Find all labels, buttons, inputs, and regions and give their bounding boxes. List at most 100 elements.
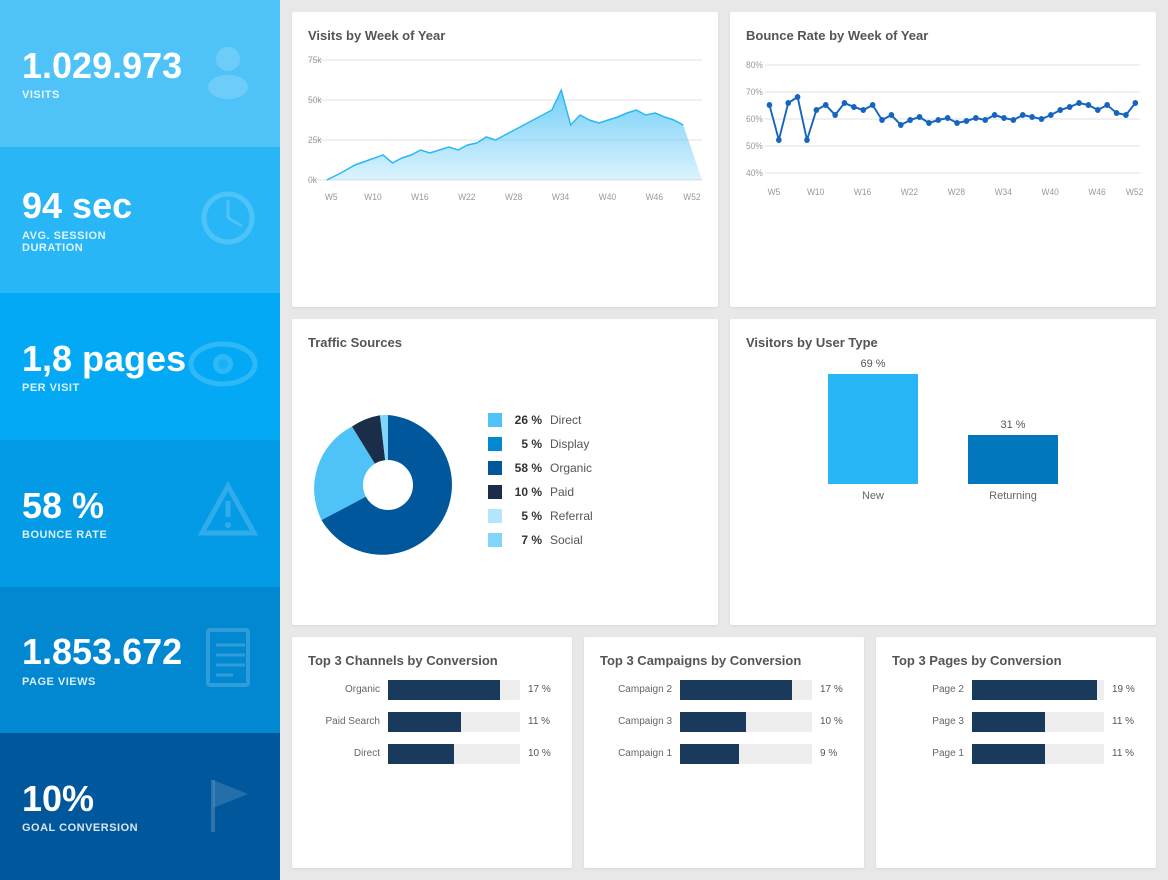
- bounce-chart-title: Bounce Rate by Week of Year: [746, 28, 1140, 43]
- campaign-label-1: Campaign 2: [600, 684, 672, 695]
- svg-text:70%: 70%: [746, 87, 763, 97]
- page-fill-2: [972, 712, 1045, 732]
- legend-color-referral: [488, 509, 502, 523]
- campaign-pct-2: 10 %: [820, 716, 848, 727]
- session-value: 94 sec: [22, 186, 132, 226]
- sidebar-session: 94 sec AVG. SESSIONDURATION: [0, 147, 280, 294]
- campaign-track-1: [680, 680, 812, 700]
- traffic-sources-title: Traffic Sources: [308, 335, 702, 350]
- pageviews-value: 1.853.672: [22, 632, 182, 672]
- sidebar-visits: 1.029.973 VISITS: [0, 0, 280, 147]
- svg-text:W34: W34: [552, 192, 569, 202]
- legend-color-organic: [488, 461, 502, 475]
- svg-text:40%: 40%: [746, 168, 763, 178]
- page-fill-1: [972, 680, 1097, 700]
- pages-title: Top 3 Pages by Conversion: [892, 653, 1140, 668]
- channel-fill-3: [388, 744, 454, 764]
- returning-bar-group: 31 % Returning: [968, 419, 1058, 502]
- user-type-bars: 69 % New 31 % Returning: [746, 362, 1140, 532]
- session-label: AVG. SESSIONDURATION: [22, 230, 132, 254]
- sidebar-pages: 1,8 pages PER VISIT: [0, 293, 280, 440]
- bounce-chart-area: 80% 70% 60% 50% 40%: [746, 55, 1140, 215]
- legend-pct-direct: 26 %: [510, 413, 542, 427]
- clock-icon: [198, 188, 258, 253]
- channel-fill-2: [388, 712, 461, 732]
- legend-referral: 5 % Referral: [488, 509, 702, 523]
- legend-label-social: Social: [550, 533, 583, 547]
- channel-pct-1: 17 %: [528, 684, 556, 695]
- svg-text:W22: W22: [458, 192, 475, 202]
- svg-text:W46: W46: [646, 192, 663, 202]
- campaigns-card: Top 3 Campaigns by Conversion Campaign 2…: [584, 637, 864, 868]
- pageviews-label: PAGE VIEWS: [22, 676, 182, 688]
- page-label-2: Page 3: [892, 716, 964, 727]
- channel-track-3: [388, 744, 520, 764]
- main-content: Visits by Week of Year 75k 50k 25k 0k: [280, 0, 1168, 880]
- campaign-fill-2: [680, 712, 746, 732]
- channel-track-2: [388, 712, 520, 732]
- campaign-label-3: Campaign 1: [600, 748, 672, 759]
- channels-chart: Organic 17 % Paid Search 11 % Direct: [308, 680, 556, 764]
- svg-text:W34: W34: [995, 187, 1012, 197]
- user-type-card: Visitors by User Type 69 % New 31 % Retu…: [730, 319, 1156, 624]
- page-pct-3: 11 %: [1112, 748, 1140, 759]
- svg-text:25k: 25k: [308, 135, 322, 145]
- svg-text:0k: 0k: [308, 175, 318, 185]
- visits-label: VISITS: [22, 89, 182, 101]
- campaign-fill-3: [680, 744, 739, 764]
- eye-icon: [188, 339, 258, 394]
- campaign-row-1: Campaign 2 17 %: [600, 680, 848, 700]
- bounce-value: 58 %: [22, 486, 107, 526]
- visits-value: 1.029.973: [22, 46, 182, 86]
- svg-text:W46: W46: [1088, 187, 1105, 197]
- pages-value: 1,8 pages: [22, 339, 186, 379]
- svg-text:W16: W16: [411, 192, 428, 202]
- svg-text:W5: W5: [768, 187, 781, 197]
- page-label-1: Page 2: [892, 684, 964, 695]
- channel-label-1: Organic: [308, 684, 380, 695]
- campaign-pct-3: 9 %: [820, 748, 848, 759]
- sidebar-pageviews: 1.853.672 PAGE VIEWS: [0, 587, 280, 734]
- svg-text:W10: W10: [364, 192, 381, 202]
- page-row-1: Page 2 19 %: [892, 680, 1140, 700]
- channel-track-1: [388, 680, 520, 700]
- campaigns-chart: Campaign 2 17 % Campaign 3 10 % Campaign…: [600, 680, 848, 764]
- svg-text:50k: 50k: [308, 95, 322, 105]
- visits-chart-area: 75k 50k 25k 0k W5 W10 W16 W22 W28: [308, 55, 702, 215]
- legend-pct-referral: 5 %: [510, 509, 542, 523]
- legend-pct-display: 5 %: [510, 437, 542, 451]
- legend-color-social: [488, 533, 502, 547]
- svg-text:W40: W40: [599, 192, 616, 202]
- legend-organic: 58 % Organic: [488, 461, 702, 475]
- bounce-label: BOUNCE RATE: [22, 529, 107, 541]
- user-type-title: Visitors by User Type: [746, 335, 1140, 350]
- svg-text:W52: W52: [1126, 187, 1143, 197]
- page-track-1: [972, 680, 1104, 700]
- campaign-track-2: [680, 712, 812, 732]
- page-row-2: Page 3 11 %: [892, 712, 1140, 732]
- channels-card: Top 3 Channels by Conversion Organic 17 …: [292, 637, 572, 868]
- legend-color-direct: [488, 413, 502, 427]
- legend-label-direct: Direct: [550, 413, 581, 427]
- traffic-content: 26 % Direct 5 % Display 58 % Organic 10 …: [308, 362, 702, 608]
- traffic-sources-card: Traffic Sources: [292, 319, 718, 624]
- conversion-value: 10%: [22, 779, 138, 819]
- legend-pct-organic: 58 %: [510, 461, 542, 475]
- page-pct-2: 11 %: [1112, 716, 1140, 727]
- channel-fill-1: [388, 680, 500, 700]
- svg-text:W52: W52: [683, 192, 700, 202]
- legend-label-referral: Referral: [550, 509, 593, 523]
- channel-row-1: Organic 17 %: [308, 680, 556, 700]
- traffic-legend: 26 % Direct 5 % Display 58 % Organic 10 …: [488, 413, 702, 557]
- campaign-label-2: Campaign 3: [600, 716, 672, 727]
- channel-pct-2: 11 %: [528, 716, 556, 727]
- sidebar: 1.029.973 VISITS 94 sec AVG. SESSIONDURA…: [0, 0, 280, 880]
- new-label: New: [862, 490, 884, 502]
- visits-chart-card: Visits by Week of Year 75k 50k 25k 0k: [292, 12, 718, 307]
- returning-pct-label: 31 %: [1000, 419, 1025, 431]
- pages-chart: Page 2 19 % Page 3 11 % Page 1: [892, 680, 1140, 764]
- legend-color-display: [488, 437, 502, 451]
- pages-card: Top 3 Pages by Conversion Page 2 19 % Pa…: [876, 637, 1156, 868]
- new-pct-label: 69 %: [860, 358, 885, 370]
- pie-chart: [308, 405, 468, 565]
